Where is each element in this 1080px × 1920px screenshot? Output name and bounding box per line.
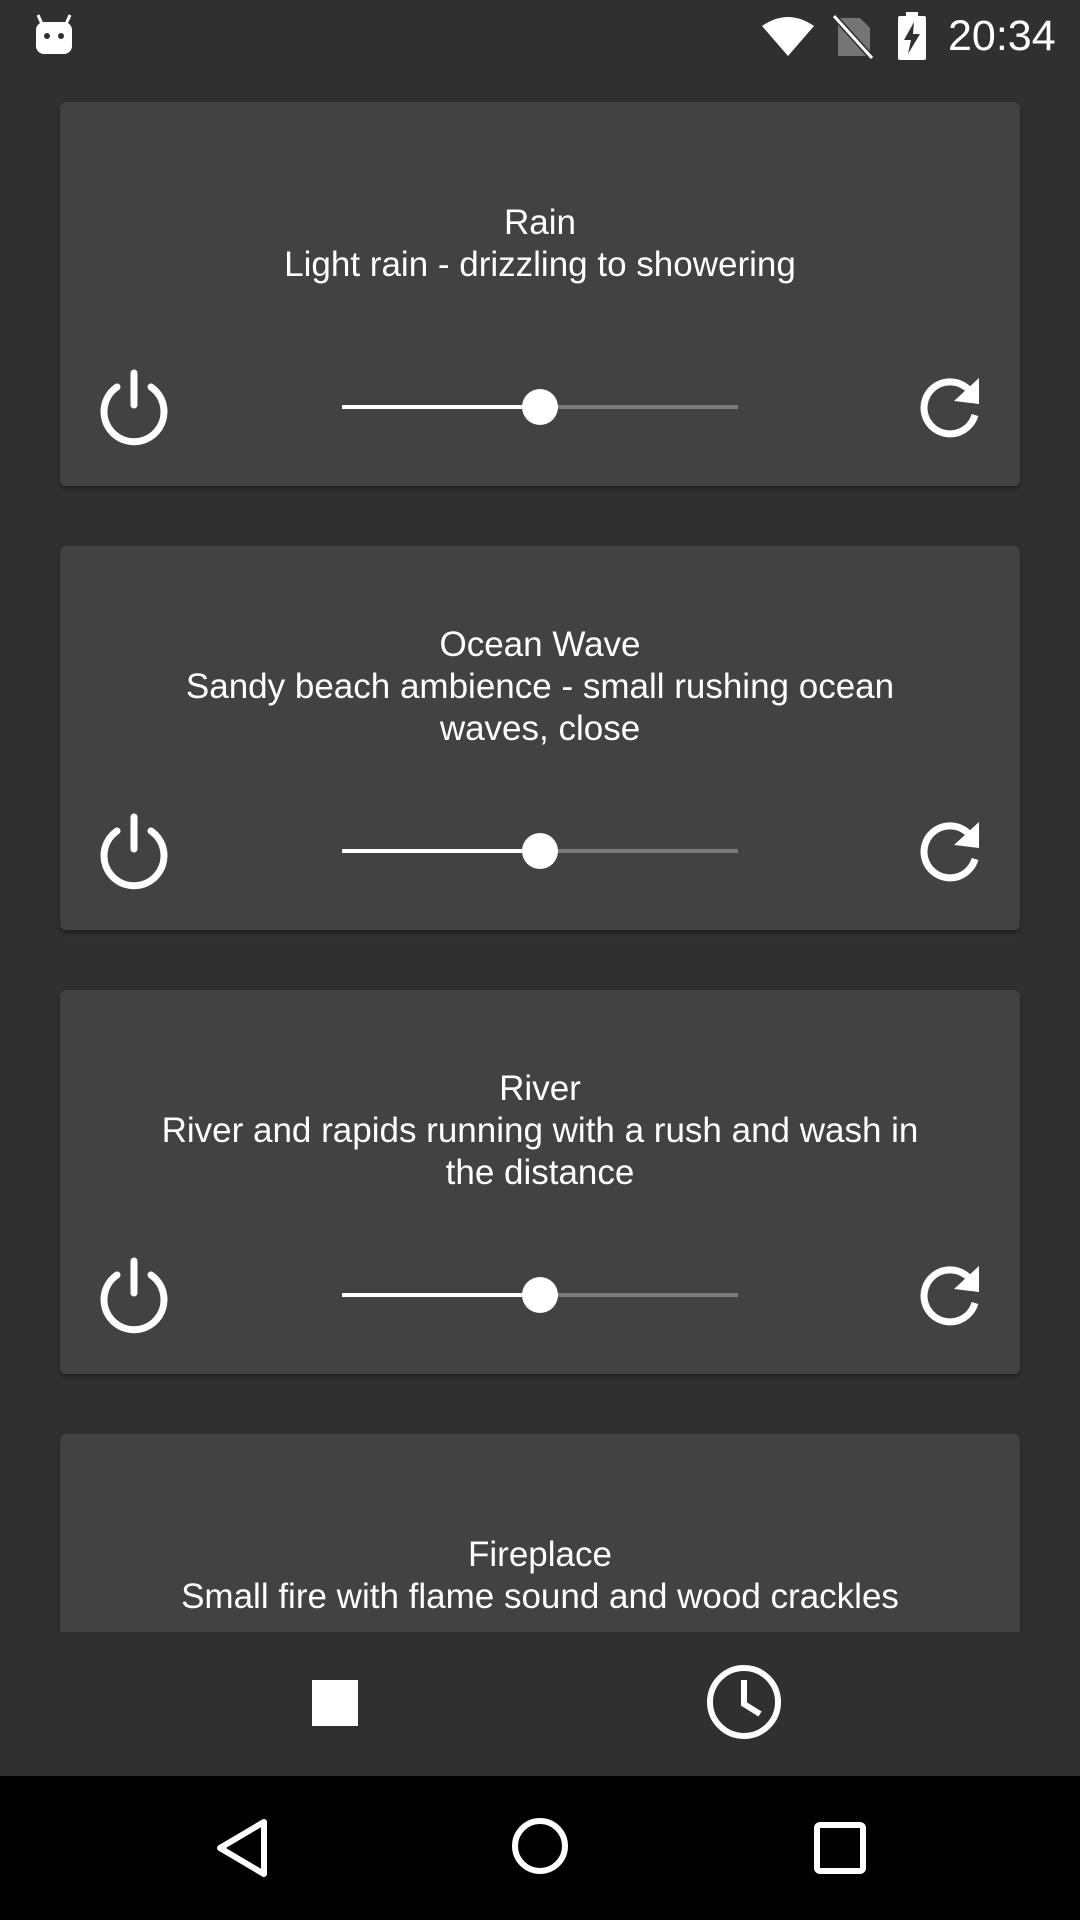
power-icon[interactable]	[94, 367, 174, 447]
recents-icon[interactable]	[812, 1820, 868, 1876]
sound-description: Small fire with flame sound and wood cra…	[181, 1577, 899, 1616]
card-text: Fireplace Small fire with flame sound an…	[140, 1534, 940, 1618]
volume-slider[interactable]	[342, 1275, 738, 1315]
replay-icon[interactable]	[912, 1258, 986, 1332]
bottom-controls	[0, 1632, 1080, 1776]
back-icon[interactable]	[214, 1816, 270, 1880]
sound-title: Rain	[504, 203, 576, 242]
power-icon[interactable]	[94, 1255, 174, 1335]
card-text: Ocean Wave Sandy beach ambience - small …	[140, 624, 940, 750]
navigation-bar	[0, 1776, 1080, 1920]
power-icon[interactable]	[94, 811, 174, 891]
sound-title: Fireplace	[468, 1535, 612, 1574]
replay-icon[interactable]	[912, 814, 986, 888]
volume-slider[interactable]	[342, 831, 738, 871]
sound-card-river: River River and rapids running with a ru…	[60, 990, 1020, 1374]
slider-thumb[interactable]	[522, 833, 558, 869]
wifi-icon	[762, 17, 814, 56]
sound-description: Light rain - drizzling to showering	[284, 245, 796, 284]
volume-slider[interactable]	[342, 387, 738, 427]
replay-icon[interactable]	[912, 370, 986, 444]
slider-fill	[342, 405, 540, 409]
sound-description: Sandy beach ambience - small rushing oce…	[185, 667, 895, 748]
sound-title: Ocean Wave	[439, 625, 641, 664]
slider-thumb[interactable]	[522, 1277, 558, 1313]
battery-charging-icon	[898, 12, 926, 60]
home-icon[interactable]	[510, 1816, 570, 1876]
card-text: Rain Light rain - drizzling to showering	[140, 202, 940, 286]
sound-card-fireplace: Fireplace Small fire with flame sound an…	[60, 1434, 1020, 1632]
sound-card-rain: Rain Light rain - drizzling to showering	[60, 102, 1020, 486]
sound-title: River	[499, 1069, 581, 1108]
sound-description: River and rapids running with a rush and…	[161, 1111, 919, 1192]
timer-icon[interactable]	[704, 1662, 784, 1742]
status-time: 20:34	[948, 12, 1056, 60]
sound-card-ocean-wave: Ocean Wave Sandy beach ambience - small …	[60, 546, 1020, 930]
stop-icon[interactable]	[312, 1680, 358, 1726]
slider-thumb[interactable]	[522, 389, 558, 425]
no-sim-icon	[832, 14, 874, 60]
sound-list[interactable]: Rain Light rain - drizzling to showering…	[0, 72, 1080, 1632]
card-text: River River and rapids running with a ru…	[140, 1068, 940, 1194]
slider-fill	[342, 1293, 540, 1297]
slider-fill	[342, 849, 540, 853]
status-bar: 20:34	[0, 0, 1080, 72]
android-debug-icon	[36, 14, 72, 54]
